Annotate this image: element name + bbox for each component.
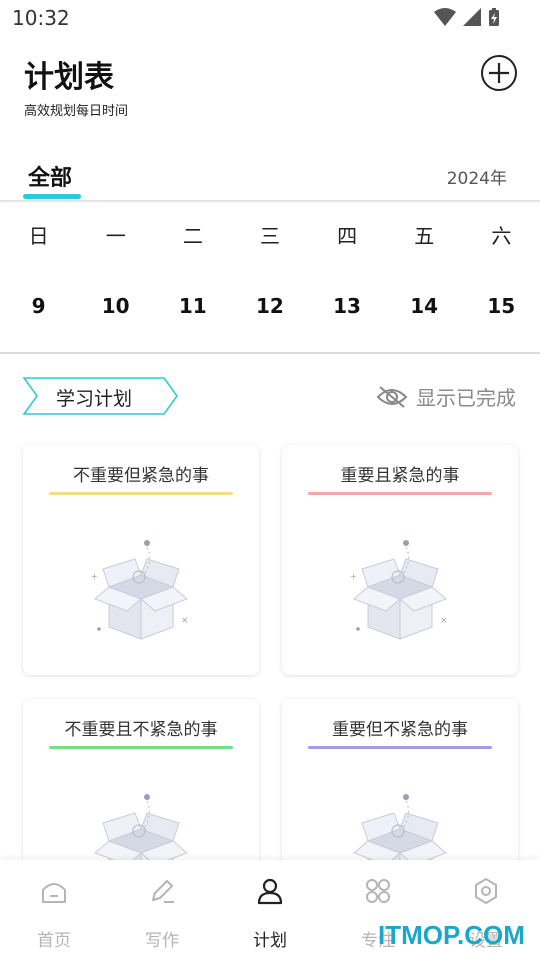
plan-category-label: 学习计划 — [56, 388, 133, 410]
quadrant-accent-line — [49, 746, 233, 749]
svg-text:+: + — [91, 572, 98, 581]
nav-label: 写作 — [145, 931, 179, 951]
quadrant-card[interactable]: 不重要但紧急的事 + × — [23, 445, 259, 675]
svg-text:×: × — [440, 616, 448, 626]
grid-icon — [366, 879, 390, 903]
tab-active-indicator — [23, 194, 81, 199]
person-icon — [257, 878, 283, 905]
nav-item-write[interactable]: 写作 — [108, 860, 216, 960]
page-title: 计划表 — [24, 60, 114, 95]
plus-circle-icon[interactable] — [480, 54, 518, 92]
calendar-divider — [0, 352, 540, 354]
empty-box-illustration: + × — [91, 540, 189, 640]
year-selector[interactable]: 2024年 — [447, 164, 507, 189]
quadrant-accent-line — [308, 746, 492, 749]
svg-text:×: × — [181, 616, 189, 626]
signal-icon — [463, 8, 481, 26]
battery-icon — [489, 8, 499, 26]
weekday-label: 三 — [259, 224, 280, 248]
wifi-icon — [434, 8, 456, 26]
gear-icon — [475, 878, 497, 904]
quadrant-accent-line — [308, 492, 492, 495]
weekday-row: 日 一 二 三 四 五 六 — [0, 220, 540, 249]
quadrant-title: 不重要且不紧急的事 — [64, 720, 218, 740]
status-icons — [434, 7, 500, 27]
page-subtitle: 高效规划每日时间 — [24, 104, 129, 119]
date-cell[interactable]: 10 — [77, 294, 154, 318]
nav-label: 首页 — [37, 931, 71, 951]
header: 计划表 高效规划每日时间 — [0, 40, 540, 150]
quadrant-accent-line — [49, 492, 233, 495]
quadrant-title: 重要但不紧急的事 — [332, 720, 468, 740]
weekday-label: 六 — [491, 224, 512, 248]
nav-label: 计划 — [253, 931, 287, 951]
date-cell[interactable]: 14 — [386, 294, 463, 318]
status-time: 10:32 — [12, 6, 70, 30]
quadrant-title: 重要且紧急的事 — [340, 466, 460, 486]
nav-item-home[interactable]: 首页 — [0, 860, 108, 960]
weekday-label: 四 — [337, 224, 358, 248]
empty-box-illustration: + × — [350, 540, 448, 640]
tab-all[interactable]: 全部 — [28, 160, 72, 192]
quadrant-title: 不重要但紧急的事 — [73, 466, 209, 486]
quadrant-card[interactable]: 重要且紧急的事 + × — [282, 445, 518, 675]
date-cell[interactable]: 13 — [309, 294, 386, 318]
weekday-label: 五 — [414, 224, 435, 248]
date-row: 9 10 11 12 13 14 15 — [0, 294, 540, 318]
show-completed-toggle[interactable]: 显示已完成 — [376, 382, 516, 411]
eye-off-icon — [376, 385, 408, 408]
date-cell[interactable]: 11 — [154, 294, 231, 318]
edit-icon — [152, 880, 174, 903]
svg-text:+: + — [350, 572, 357, 581]
watermark-text: ITMOP.COM — [378, 920, 525, 950]
date-cell[interactable]: 12 — [231, 294, 308, 318]
weekday-label: 一 — [105, 224, 126, 248]
weekday-label: 日 — [28, 224, 49, 248]
home-icon — [42, 883, 66, 903]
nav-item-plan[interactable]: 计划 — [216, 860, 324, 960]
date-cell[interactable]: 9 — [0, 294, 77, 318]
tab-bar: 全部 2024年 — [0, 150, 540, 202]
status-bar: 10:32 — [0, 0, 540, 36]
weekday-label: 二 — [182, 224, 203, 248]
date-cell[interactable]: 15 — [463, 294, 540, 318]
show-completed-label: 显示已完成 — [416, 386, 516, 410]
